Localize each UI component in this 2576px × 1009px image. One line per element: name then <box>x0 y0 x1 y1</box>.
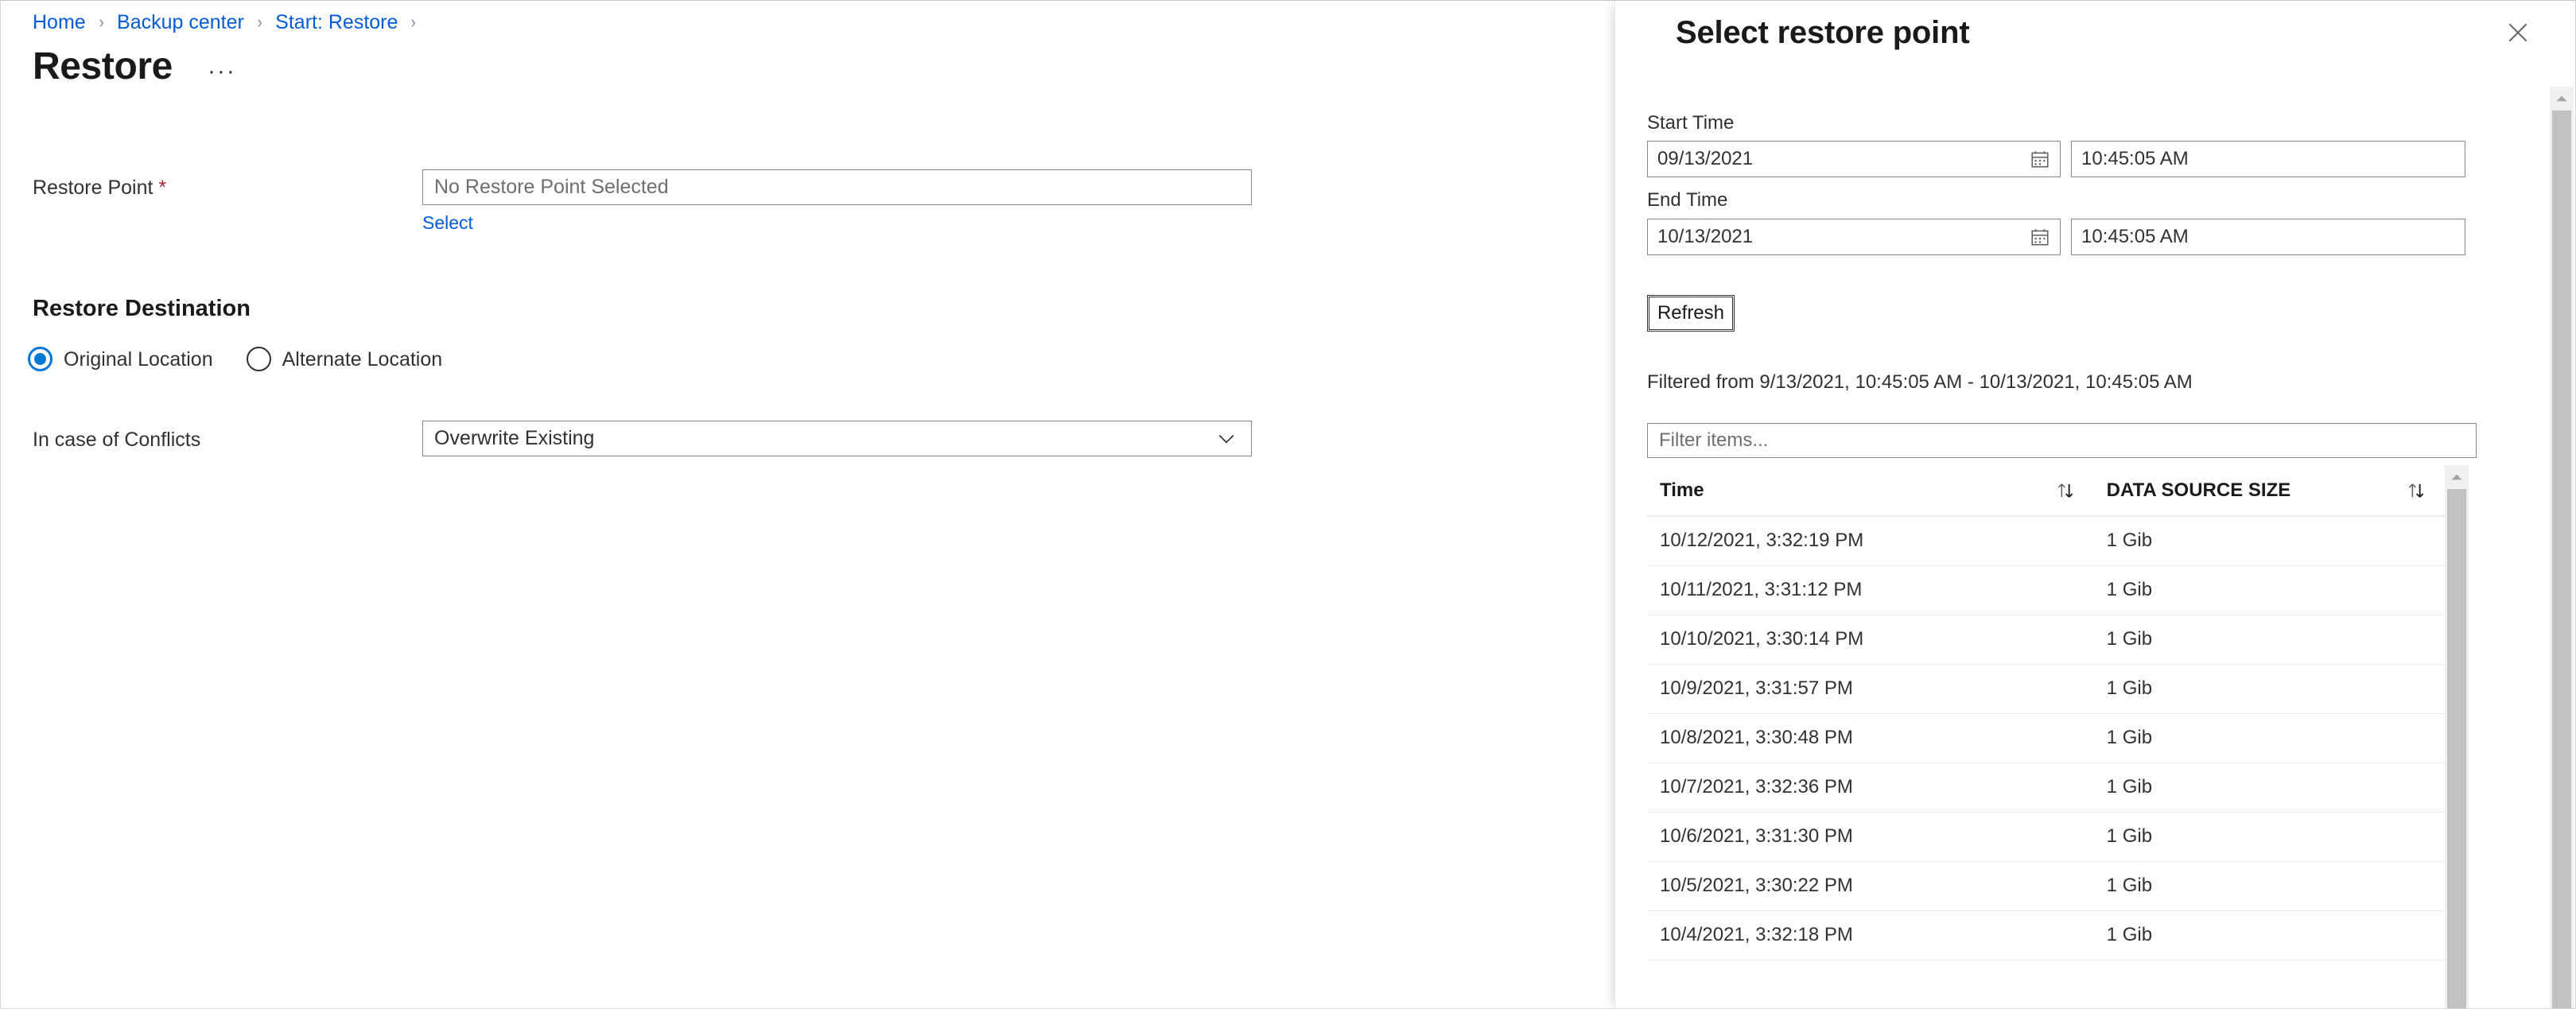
restore-points-table-container: Time DATA SOURCE SIZE 10/12/2021, 3:32:1… <box>1647 465 2445 1008</box>
scroll-up-icon[interactable] <box>2445 465 2469 489</box>
column-header-data-source-size-label: DATA SOURCE SIZE <box>2106 479 2291 501</box>
restore-point-label-text: Restore Point <box>33 177 153 199</box>
restore-points-table: Time DATA SOURCE SIZE 10/12/2021, 3:32:1… <box>1647 465 2445 960</box>
radio-selected-icon <box>28 347 52 371</box>
conflicts-selected-value: Overwrite Existing <box>434 427 595 449</box>
restore-point-input[interactable]: No Restore Point Selected <box>422 169 1252 205</box>
breadcrumb-item-backup-center[interactable]: Backup center <box>117 10 244 34</box>
end-time-label: End Time <box>1647 189 1728 211</box>
panel-title: Select restore point <box>1676 15 1970 50</box>
cell-time: 10/5/2021, 3:30:22 PM <box>1647 861 2094 911</box>
azure-portal-restore-page: Home › Backup center › Start: Restore › … <box>0 0 2576 1009</box>
cell-size: 1 Gib <box>2093 615 2445 665</box>
sort-updown-icon[interactable] <box>2405 479 2427 502</box>
conflicts-label: In case of Conflicts <box>33 429 201 451</box>
start-time-label: Start Time <box>1647 112 1735 134</box>
scroll-up-icon[interactable] <box>2550 87 2574 111</box>
table-row[interactable]: 10/6/2021, 3:31:30 PM 1 Gib <box>1647 812 2445 862</box>
cell-size: 1 Gib <box>2093 763 2445 813</box>
start-date-value: 09/13/2021 <box>1657 148 1754 169</box>
breadcrumb-item-home[interactable]: Home <box>33 10 86 34</box>
cell-time: 10/6/2021, 3:31:30 PM <box>1647 812 2094 862</box>
filter-items-placeholder: Filter items... <box>1659 429 1769 451</box>
end-time-input[interactable]: 10:45:05 AM <box>2071 219 2465 255</box>
table-row[interactable]: 10/4/2021, 3:32:18 PM 1 Gib <box>1647 910 2445 960</box>
table-row[interactable]: 10/12/2021, 3:32:19 PM 1 Gib <box>1647 516 2445 566</box>
restore-point-value: No Restore Point Selected <box>434 176 669 198</box>
table-scrollbar[interactable] <box>2445 465 2469 1008</box>
radio-original-location-label: Original Location <box>64 347 213 371</box>
panel-scrollbar-thumb[interactable] <box>2552 111 2571 1008</box>
select-restore-point-panel: Select restore point Start Time 09/13/20… <box>1614 1 2575 1008</box>
cell-time: 10/8/2021, 3:30:48 PM <box>1647 713 2094 763</box>
restore-form-pane: Home › Backup center › Start: Restore › … <box>1 1 1614 1008</box>
cell-size: 1 Gib <box>2093 812 2445 862</box>
cell-size: 1 Gib <box>2093 516 2445 566</box>
breadcrumb: Home › Backup center › Start: Restore › <box>33 10 429 34</box>
page-title: Restore <box>33 45 173 87</box>
breadcrumb-separator-icon: › <box>257 12 262 32</box>
table-row[interactable]: 10/7/2021, 3:32:36 PM 1 Gib <box>1647 763 2445 813</box>
end-time-value: 10:45:05 AM <box>2081 226 2189 247</box>
table-header-row: Time DATA SOURCE SIZE <box>1647 465 2445 517</box>
cell-size: 1 Gib <box>2093 565 2445 615</box>
breadcrumb-item-start-restore[interactable]: Start: Restore <box>275 10 398 34</box>
table-body: 10/12/2021, 3:32:19 PM 1 Gib 10/11/2021, … <box>1647 516 2445 960</box>
calendar-icon[interactable] <box>2030 227 2050 247</box>
page-header: Restore ··· <box>33 45 236 89</box>
more-actions-icon[interactable]: ··· <box>208 60 236 83</box>
column-header-time[interactable]: Time <box>1647 465 2094 517</box>
end-date-value: 10/13/2021 <box>1657 226 1754 247</box>
table-scrollbar-thumb[interactable] <box>2447 489 2466 1008</box>
calendar-icon[interactable] <box>2030 149 2050 169</box>
cell-size: 1 Gib <box>2093 861 2445 911</box>
table-row[interactable]: 10/10/2021, 3:30:14 PM 1 Gib <box>1647 615 2445 665</box>
cell-size: 1 Gib <box>2093 910 2445 960</box>
radio-alternate-location-label: Alternate Location <box>282 347 443 371</box>
required-indicator: * <box>158 177 167 199</box>
restore-destination-heading: Restore Destination <box>33 296 251 321</box>
radio-alternate-location[interactable]: Alternate Location <box>246 347 443 371</box>
table-row[interactable]: 10/9/2021, 3:31:57 PM 1 Gib <box>1647 664 2445 714</box>
table-row[interactable]: 10/5/2021, 3:30:22 PM 1 Gib <box>1647 861 2445 911</box>
cell-time: 10/9/2021, 3:31:57 PM <box>1647 664 2094 714</box>
cell-time: 10/10/2021, 3:30:14 PM <box>1647 615 2094 665</box>
cell-time: 10/11/2021, 3:31:12 PM <box>1647 565 2094 615</box>
conflicts-select[interactable]: Overwrite Existing <box>422 421 1252 456</box>
restore-destination-radio-group: Original Location Alternate Location <box>28 347 476 371</box>
panel-scrollbar[interactable] <box>2550 87 2574 1008</box>
end-date-input[interactable]: 10/13/2021 <box>1647 219 2061 255</box>
chevron-down-icon <box>1218 434 1234 444</box>
table-row[interactable]: 10/11/2021, 3:31:12 PM 1 Gib <box>1647 565 2445 615</box>
filtered-range-text: Filtered from 9/13/2021, 10:45:05 AM - 1… <box>1647 371 2193 393</box>
start-time-input[interactable]: 10:45:05 AM <box>2071 141 2465 177</box>
cell-time: 10/7/2021, 3:32:36 PM <box>1647 763 2094 813</box>
cell-time: 10/4/2021, 3:32:18 PM <box>1647 910 2094 960</box>
restore-point-label: Restore Point * <box>33 176 166 200</box>
cell-size: 1 Gib <box>2093 713 2445 763</box>
filter-items-input[interactable]: Filter items... <box>1647 423 2477 458</box>
column-header-time-label: Time <box>1660 479 1704 501</box>
table-row[interactable]: 10/8/2021, 3:30:48 PM 1 Gib <box>1647 713 2445 763</box>
radio-unselected-icon <box>246 347 271 371</box>
breadcrumb-separator-icon: › <box>99 12 104 32</box>
sort-updown-icon[interactable] <box>2054 479 2077 502</box>
refresh-button[interactable]: Refresh <box>1647 295 1735 332</box>
cell-time: 10/12/2021, 3:32:19 PM <box>1647 516 2094 566</box>
select-restore-point-link[interactable]: Select <box>422 212 473 233</box>
cell-size: 1 Gib <box>2093 664 2445 714</box>
close-icon[interactable] <box>2502 17 2534 49</box>
radio-original-location[interactable]: Original Location <box>28 347 213 371</box>
column-header-data-source-size[interactable]: DATA SOURCE SIZE <box>2093 465 2445 517</box>
breadcrumb-separator-icon: › <box>410 12 417 32</box>
start-date-input[interactable]: 09/13/2021 <box>1647 141 2061 177</box>
start-time-value: 10:45:05 AM <box>2081 148 2189 169</box>
